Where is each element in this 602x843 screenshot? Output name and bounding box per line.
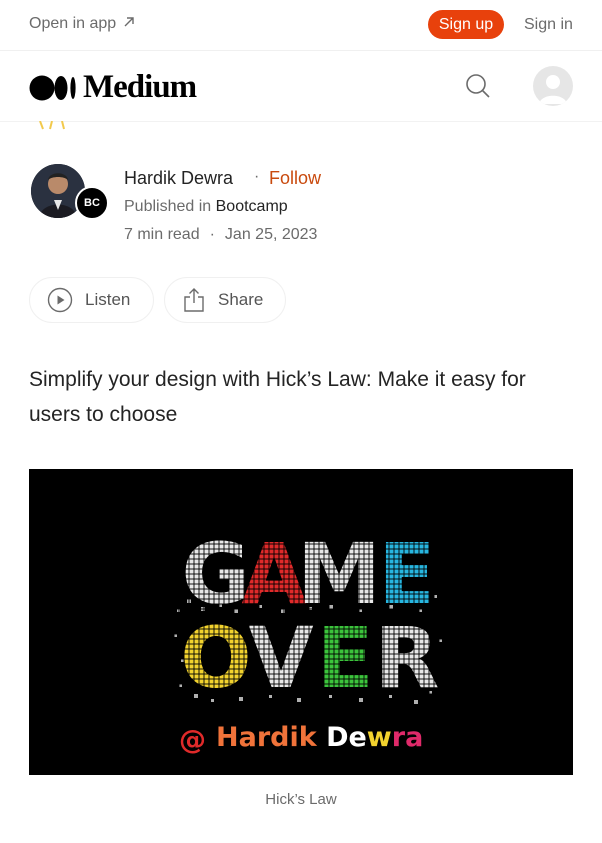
nav-bar: Medium (0, 51, 602, 122)
share-icon (184, 288, 204, 312)
listen-button[interactable]: Listen (29, 277, 154, 323)
published-prefix: Published in (124, 198, 212, 215)
listen-label: Listen (85, 290, 131, 309)
author-name[interactable]: Hardik Dewra (124, 168, 233, 189)
read-time: 7 min read (124, 226, 200, 243)
medium-logo[interactable]: Medium (29, 69, 197, 106)
search-icon[interactable] (465, 73, 491, 99)
follow-link[interactable]: Follow (269, 168, 321, 189)
open-in-app-link[interactable]: Open in app (29, 15, 136, 33)
hero-credit-at: @ (179, 725, 206, 756)
default-avatar-icon[interactable] (533, 66, 573, 106)
name-separator: · (254, 168, 260, 185)
share-button[interactable]: Share (164, 277, 286, 323)
hero-image: G A M E O V E R @ Hardik Dewra (29, 469, 573, 775)
sign-in-link[interactable]: Sign in (524, 16, 573, 34)
article-subtitle: Simplify your design with Hick’s Law: Ma… (29, 368, 526, 426)
meta-separator: · (209, 226, 215, 243)
sign-up-button[interactable]: Sign up (428, 10, 504, 39)
arrow-up-right-icon (122, 15, 136, 33)
top-bar: Open in app Sign up Sign in (0, 0, 602, 51)
publication-link[interactable]: Bootcamp (216, 198, 288, 215)
article-meta: 7 min read · Jan 25, 2023 (124, 226, 317, 244)
publication-line: Published in Bootcamp (124, 198, 288, 216)
play-icon (47, 287, 73, 313)
image-caption: Hick’s Law (265, 791, 337, 808)
open-in-app-label: Open in app (29, 15, 117, 32)
brand-name: Medium (83, 69, 197, 105)
publication-badge[interactable]: BC (75, 186, 109, 220)
publication-badge-text: BC (84, 197, 100, 209)
partial-emoji (38, 118, 68, 136)
share-label: Share (218, 290, 264, 309)
medium-logo-icon (29, 75, 76, 100)
hero-credit-name: Hardik Dewra (216, 722, 423, 753)
publish-date: Jan 25, 2023 (224, 226, 318, 243)
